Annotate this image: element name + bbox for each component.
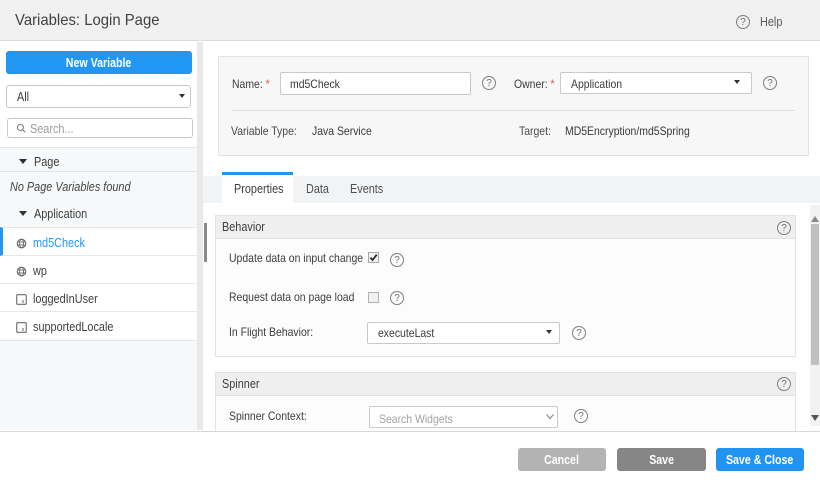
svg-text:x: x xyxy=(22,299,25,305)
svg-text:x: x xyxy=(22,327,25,333)
